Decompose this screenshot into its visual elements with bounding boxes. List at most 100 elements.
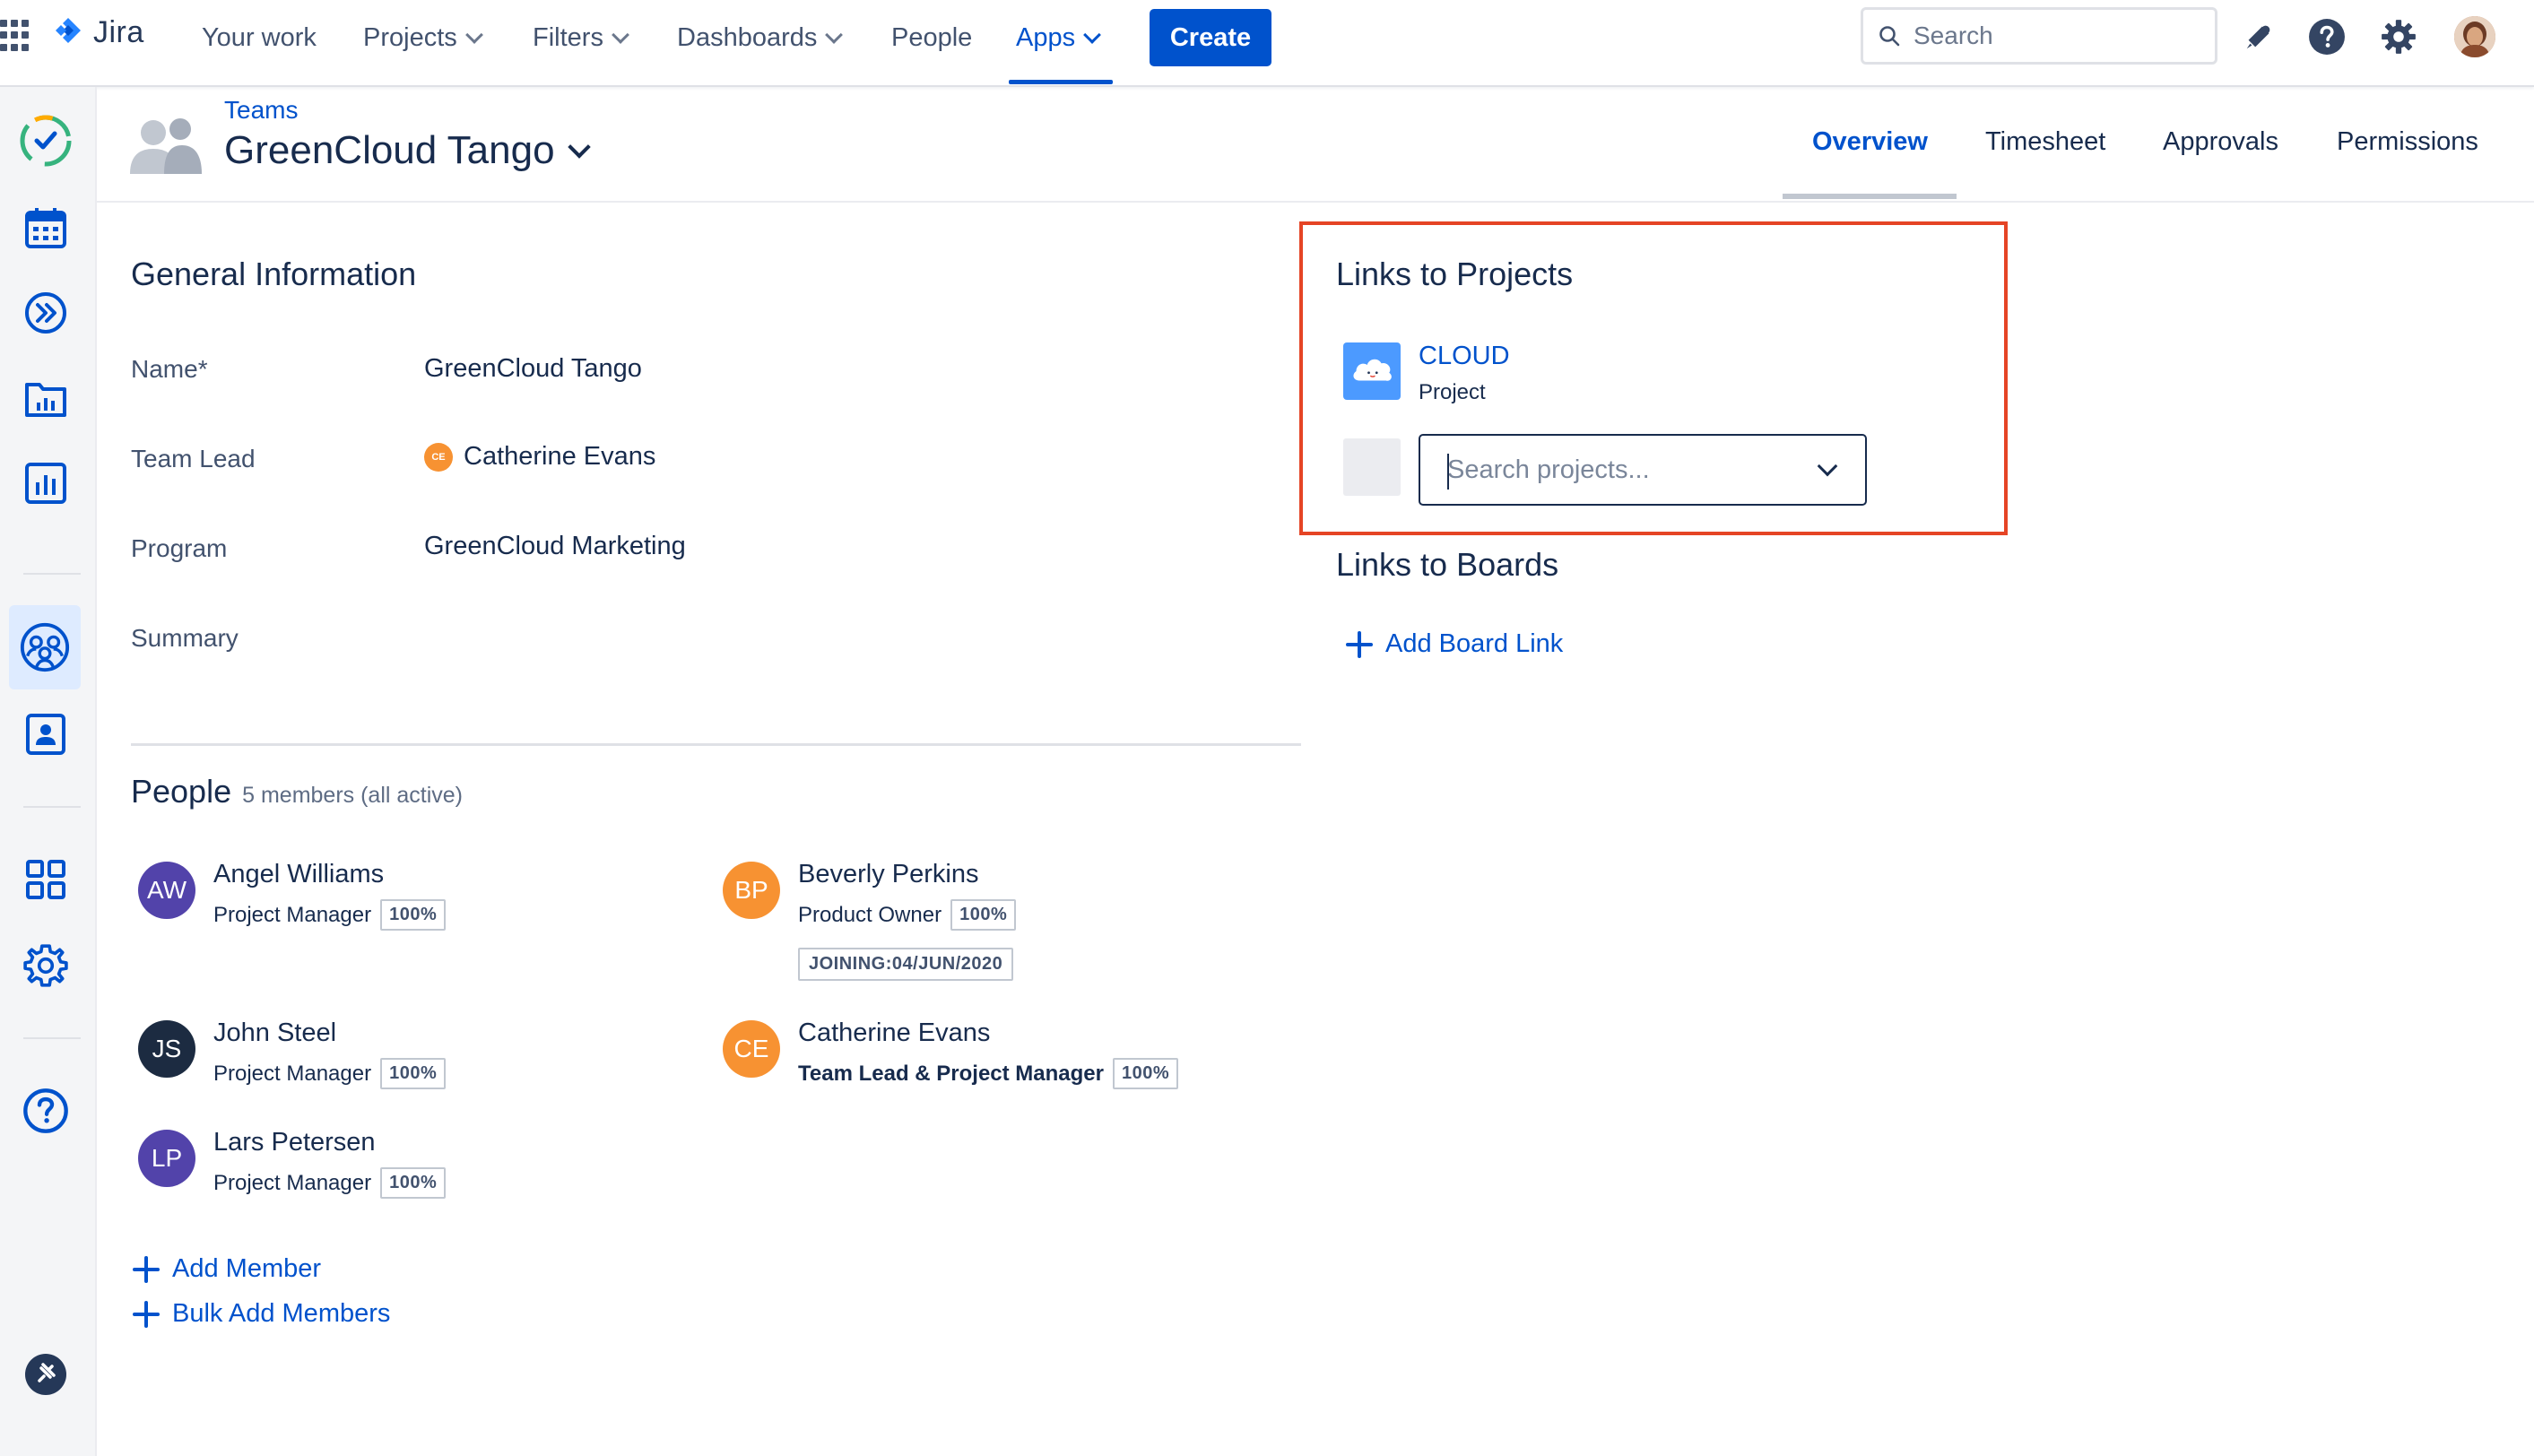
search-projects-select[interactable]: Search projects... [1419,434,1867,506]
top-navigation: Jira Your work Projects Filters Dashboar… [0,0,2534,87]
chevron-forward-icon[interactable] [19,286,73,340]
people-subtitle: 5 members (all active) [242,783,464,808]
team-lead-name: Catherine Evans [464,442,656,471]
plus-icon [133,1300,160,1328]
sidebar-divider [23,573,81,575]
teams-icon[interactable] [9,605,81,689]
nav-projects-label: Projects [363,22,457,52]
search-projects-placeholder: Search projects... [1447,455,1650,484]
chevron-down-icon [464,26,483,44]
member-name[interactable]: John Steel [213,1018,336,1048]
tab-permissions[interactable]: Permissions [2337,127,2478,157]
member-name[interactable]: Angel Williams [213,860,384,889]
add-board-link-label: Add Board Link [1385,629,1564,658]
search-placeholder: Search [1914,22,1993,49]
member-name[interactable]: Beverly Perkins [798,860,978,889]
allocation-badge: 100% [380,1058,447,1089]
nav-people-label: People [891,22,973,52]
nav-projects[interactable]: Projects [363,22,483,54]
folder-chart-icon[interactable] [19,371,73,425]
people-title: People [131,773,232,810]
chevron-down-icon[interactable] [1817,455,1838,477]
avatar: JS [138,1020,195,1078]
member-role: Project Manager [213,1061,372,1086]
tab-approvals[interactable]: Approvals [2163,127,2278,157]
avatar: AW [138,862,195,919]
member-role-row: Project Manager 100% [213,899,447,931]
links-to-projects-title: Links to Projects [1336,256,1574,292]
create-button[interactable]: Create [1150,9,1271,66]
help-icon[interactable] [19,1084,73,1138]
app-switcher-icon[interactable] [0,20,29,52]
name-label: Name* [131,355,208,383]
member-role-row: Product Owner 100% [798,899,1017,931]
member-role: Team Lead & Project Manager [798,1061,1104,1086]
pin-icon[interactable] [19,1348,73,1401]
allocation-badge: 100% [1113,1058,1179,1089]
team-lead-value[interactable]: CE Catherine Evans [424,442,655,472]
name-value-text: GreenCloud Tango [424,354,642,383]
sidebar-divider [23,806,81,808]
avatar: BP [723,862,780,919]
user-avatar[interactable] [2454,16,2495,57]
search-input[interactable]: Search [1861,7,2217,65]
help-icon[interactable] [2306,16,2347,57]
bulk-add-members-label: Bulk Add Members [172,1299,391,1328]
chevron-down-icon [825,26,844,44]
nav-active-indicator [1009,80,1113,84]
allocation-badge: 100% [380,899,447,931]
section-divider [131,743,1301,746]
linked-project-type: Project [1419,380,1486,404]
nav-people[interactable]: People [891,22,972,54]
plus-icon [1346,630,1373,658]
calendar-icon[interactable] [19,201,73,255]
jira-logo-icon [56,18,81,43]
jira-logo[interactable]: Jira [50,14,144,50]
gear-icon[interactable] [19,939,73,992]
cloud-project-icon [1343,342,1401,400]
allocation-badge: 100% [380,1167,447,1199]
add-member-button[interactable]: Add Member [133,1254,321,1284]
nav-your-work[interactable]: Your work [202,22,317,54]
breadcrumb[interactable]: Teams [224,96,298,125]
chevron-down-icon [612,26,629,44]
grid-apps-icon[interactable] [19,853,73,906]
tab-bar: Overview Timesheet Approvals Permissions [0,127,2534,163]
name-value[interactable]: GreenCloud Tango [424,354,642,384]
tab-overview[interactable]: Overview [1812,127,1928,157]
project-icon-placeholder [1343,438,1401,496]
member-role-row: Project Manager 100% [213,1167,447,1199]
search-icon [1879,26,1900,47]
nav-filters-label: Filters [533,22,603,52]
program-value[interactable]: GreenCloud Marketing [424,532,686,561]
nav-apps[interactable]: Apps [1016,22,1102,54]
program-label: Program [131,534,228,562]
program-value-text: GreenCloud Marketing [424,532,686,560]
tab-timesheet[interactable]: Timesheet [1985,127,2105,157]
bulk-add-members-button[interactable]: Bulk Add Members [133,1299,390,1329]
text-cursor [1447,454,1449,490]
team-lead-label: Team Lead [131,445,256,472]
bar-chart-icon[interactable] [19,456,73,510]
left-sidebar [0,87,97,1456]
settings-gear-icon[interactable] [2378,16,2419,57]
avatar: CE [723,1020,780,1078]
people-header: People 5 members (all active) [131,773,463,810]
links-to-boards-title: Links to Boards [1336,546,1559,583]
general-information-title: General Information [131,256,417,292]
notifications-icon[interactable] [2238,16,2279,57]
member-name[interactable]: Catherine Evans [798,1018,990,1048]
member-role-row: Team Lead & Project Manager 100% [798,1058,1179,1089]
plus-icon [133,1255,160,1283]
member-name[interactable]: Lars Petersen [213,1128,376,1157]
add-board-link-button[interactable]: Add Board Link [1346,629,1563,659]
linked-project-name[interactable]: CLOUD [1419,342,1510,371]
header-divider [97,201,2534,203]
allocation-badge: 100% [950,899,1017,931]
nav-your-work-label: Your work [202,22,317,52]
logo-text: Jira [93,14,144,49]
nav-dashboards-label: Dashboards [677,22,818,52]
user-card-icon[interactable] [19,707,73,761]
nav-dashboards[interactable]: Dashboards [677,22,844,54]
nav-filters[interactable]: Filters [533,22,629,54]
